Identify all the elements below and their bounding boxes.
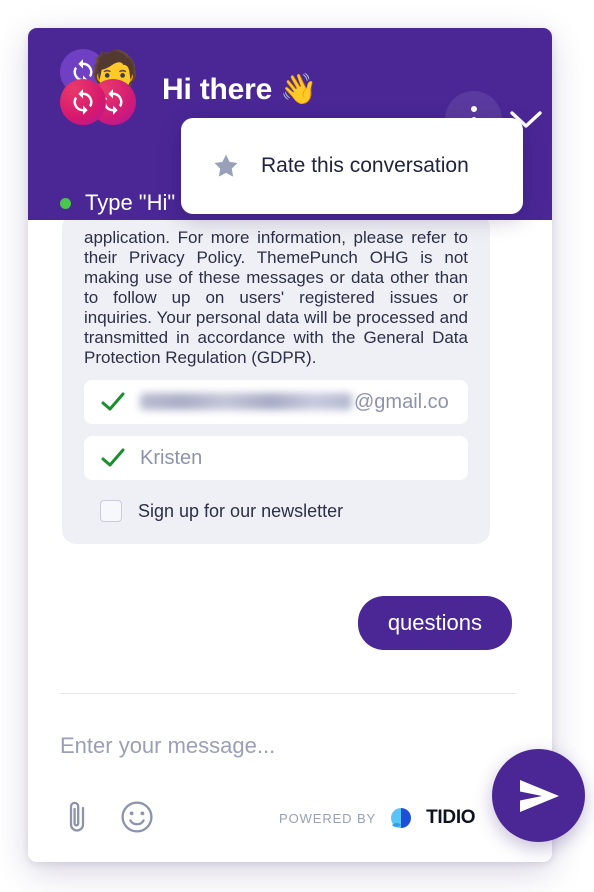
- newsletter-label: Sign up for our newsletter: [138, 500, 344, 521]
- page-title: Hi there 👋: [162, 72, 317, 107]
- name-field[interactable]: Kristen: [84, 436, 468, 480]
- composer-tools: [64, 799, 154, 835]
- message-composer: Enter your message... POWERED BY TIDIO: [28, 693, 552, 862]
- header-title-text: Hi there: [162, 73, 273, 106]
- agent-avatar-cluster: 🧑: [60, 49, 136, 125]
- send-paper-plane-icon: [519, 779, 559, 812]
- smiley-face-icon[interactable]: [120, 800, 154, 834]
- powered-by-tidio[interactable]: POWERED BY TIDIO: [279, 805, 476, 831]
- email-field-value: @gmail.co: [140, 391, 449, 414]
- redacted-email-blur: [140, 392, 352, 410]
- online-status-dot: [60, 197, 71, 209]
- email-domain-text: @gmail.co: [354, 390, 449, 413]
- send-button[interactable]: [492, 749, 585, 842]
- rate-conversation-label: Rate this conversation: [261, 154, 469, 177]
- email-field[interactable]: @gmail.co: [84, 380, 468, 424]
- kebab-dot: [470, 105, 477, 112]
- status-badge: Type "Hi": [85, 190, 176, 215]
- name-field-value: Kristen: [140, 446, 203, 469]
- user-message-bubble: questions: [357, 596, 512, 650]
- check-icon: [101, 392, 125, 411]
- user-message-text: questions: [387, 610, 482, 635]
- avatar-loop-icon-pink-left: [60, 79, 106, 125]
- bot-message-text: application. For more information, pleas…: [84, 228, 468, 367]
- tidio-logo-icon: [391, 808, 412, 828]
- composer-divider: [60, 693, 516, 694]
- status-line: Type "Hi": [60, 190, 175, 216]
- chat-widget: 🧑 Hi there 👋 Type "Hi" Rate this convers…: [28, 28, 585, 862]
- paperclip-icon[interactable]: [64, 799, 90, 835]
- newsletter-row[interactable]: Sign up for our newsletter: [84, 496, 468, 526]
- message-input[interactable]: Enter your message...: [60, 733, 275, 759]
- bot-message-bubble: application. For more information, pleas…: [62, 220, 490, 544]
- message-list[interactable]: application. For more information, pleas…: [28, 220, 552, 693]
- rate-conversation-menu[interactable]: Rate this conversation: [181, 118, 523, 214]
- check-icon: [101, 448, 125, 467]
- tidio-wordmark: TIDIO: [426, 807, 476, 828]
- chat-widget-clip: 🧑 Hi there 👋 Type "Hi" Rate this convers…: [28, 28, 552, 862]
- powered-by-label: POWERED BY: [279, 810, 377, 826]
- newsletter-checkbox[interactable]: [100, 500, 122, 522]
- waving-hand-icon: 👋: [280, 73, 318, 106]
- star-icon: [214, 154, 238, 177]
